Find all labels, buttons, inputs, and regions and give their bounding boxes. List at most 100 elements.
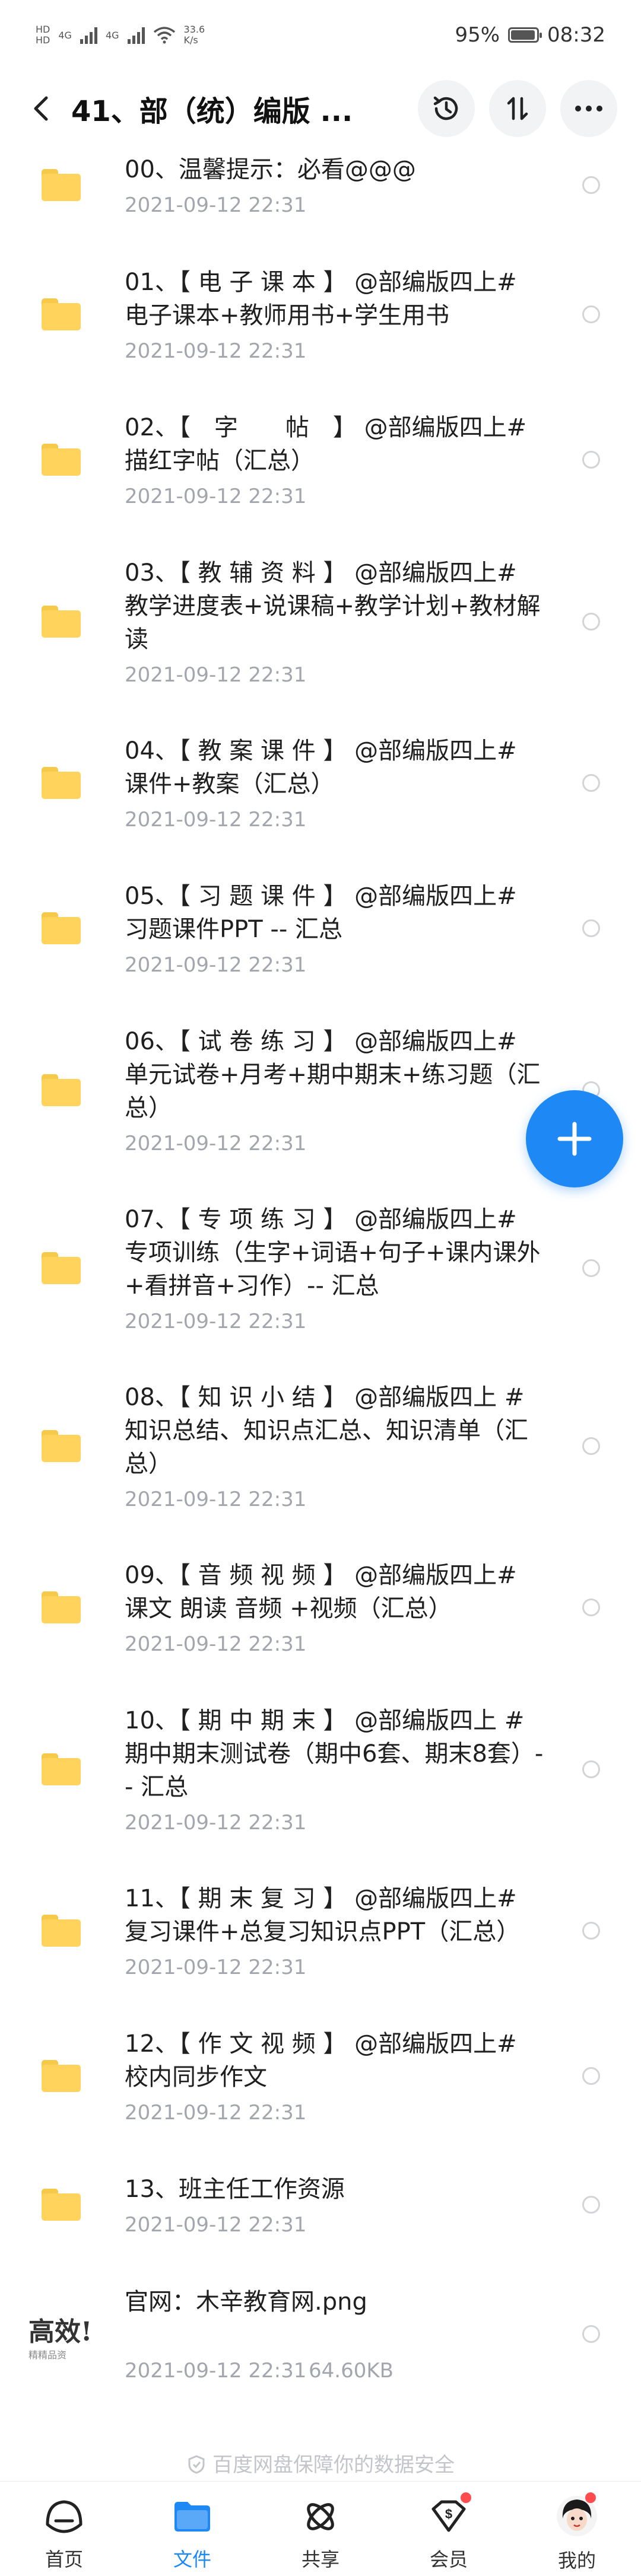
folder-icon	[174, 2502, 210, 2532]
folder-row[interactable]: 04、【 教 案 课 件 】 @部编版四上# 课件+教案（汇总） 2021-09-…	[0, 728, 641, 874]
folder-icon	[42, 169, 81, 201]
select-checkbox[interactable]	[582, 774, 600, 792]
folder-icon	[42, 1252, 81, 1284]
image-thumbnail: 高效! 精精品资	[28, 2300, 97, 2368]
security-notice: 百度网盘保障你的数据安全	[0, 2448, 641, 2478]
folder-row[interactable]: 08、【 知 识 小 结 】 @部编版四上 # 知识总结、知识点汇总、知识清单（…	[0, 1375, 641, 1553]
sort-button[interactable]	[489, 80, 546, 137]
select-checkbox[interactable]	[582, 1760, 600, 1778]
item-title: 04、【 教 案 课 件 】 @部编版四上# 课件+教案（汇总）	[125, 737, 517, 798]
signal-type-1: 4G	[58, 29, 72, 41]
wifi-icon	[153, 27, 175, 44]
thumbnail-text: 高效!	[28, 2317, 93, 2347]
shield-icon	[188, 2455, 205, 2474]
select-checkbox[interactable]	[582, 451, 600, 469]
folder-icon	[42, 444, 81, 476]
sort-icon	[507, 97, 528, 120]
file-row[interactable]: 官网：木辛教育网.png 2021-09-12 22:31 64.60KB 高效! 精精…	[0, 2279, 641, 2419]
item-title: 05、【 习 题 课 件 】 @部编版四上# 习题课件PPT -- 汇总	[125, 883, 517, 943]
folder-row[interactable]: 01、【 电 子 课 本 】 @部编版四上# 电子课本+教师用书+学生用书 202…	[0, 260, 641, 405]
vip-badge-dot	[461, 2492, 471, 2503]
security-notice-text: 百度网盘保障你的数据安全	[212, 2453, 455, 2477]
folder-row[interactable]: 13、班主任工作资源 2021-09-12 22:31	[0, 2167, 641, 2279]
folder-row[interactable]: 07、【 专 项 练 习 】 @部编版四上# 专项训练（生字+词语+句子+课内课…	[0, 1197, 641, 1375]
item-date: 2021-09-12 22:31	[125, 1488, 307, 1511]
network-label-2: HD	[36, 34, 50, 46]
item-date: 2021-09-12 22:31	[125, 1956, 307, 1979]
add-button[interactable]	[526, 1090, 623, 1187]
select-checkbox[interactable]	[582, 1437, 600, 1455]
select-checkbox[interactable]	[582, 919, 600, 937]
tab-me-label: 我的	[557, 2549, 596, 2572]
folder-row[interactable]: 05、【 习 题 课 件 】 @部编版四上# 习题课件PPT -- 汇总 2021…	[0, 874, 641, 1019]
select-checkbox[interactable]	[582, 1259, 600, 1277]
network-speed-value: 33.6	[183, 24, 205, 35]
item-title: 官网：木辛教育网.png	[125, 2288, 367, 2316]
tab-home[interactable]: 首页	[0, 2482, 128, 2576]
item-date: 2021-09-12 22:31	[125, 1310, 307, 1333]
folder-row[interactable]: 12、【 作 文 视 频 】 @部编版四上# 校内同步作文 2021-09-12 …	[0, 2021, 641, 2167]
signal-icon-1	[80, 26, 97, 44]
folder-icon	[42, 2189, 81, 2221]
folder-icon	[42, 1591, 81, 1623]
select-checkbox[interactable]	[582, 2067, 600, 2085]
app-screen: HD HD 4G 4G 33.6 K/s 95% 08:32 41、部（统）编版…	[0, 0, 641, 2576]
item-date: 2021-09-12 22:31	[125, 1811, 307, 1835]
item-date: 2021-09-12 22:31	[125, 2101, 307, 2125]
tab-vip[interactable]: $ 会员	[385, 2482, 513, 2576]
more-icon	[575, 106, 602, 112]
history-button[interactable]	[418, 80, 475, 137]
battery-icon	[508, 27, 542, 43]
item-title: 13、班主任工作资源	[125, 2176, 345, 2203]
tab-files[interactable]: 文件	[128, 2482, 256, 2576]
item-title: 00、温馨提示：必看@@@	[125, 156, 416, 183]
select-checkbox[interactable]	[582, 176, 600, 194]
vip-icon: $	[431, 2500, 466, 2532]
back-button[interactable]	[24, 91, 59, 126]
item-title: 02、【 字 帖 】 @部编版四上# 描红字帖（汇总）	[125, 414, 527, 475]
battery-percent: 95%	[455, 23, 500, 47]
item-date: 2021-09-12 22:31	[125, 2359, 307, 2383]
select-checkbox[interactable]	[582, 2196, 600, 2214]
item-title: 07、【 专 项 练 习 】 @部编版四上# 专项训练（生字+词语+句子+课内课…	[125, 1206, 541, 1300]
select-checkbox[interactable]	[582, 613, 600, 631]
folder-row[interactable]: 03、【 教 辅 资 料 】 @部编版四上# 教学进度表+说课稿+教学计划+教材…	[0, 550, 641, 728]
item-date: 2021-09-12 22:31	[125, 339, 307, 363]
select-checkbox[interactable]	[582, 1599, 600, 1616]
tab-share[interactable]: 共享	[256, 2482, 385, 2576]
folder-icon	[42, 2060, 81, 2092]
folder-row[interactable]: 00、温馨提示：必看@@@ 2021-09-12 22:31	[0, 147, 641, 260]
item-date: 2021-09-12 22:31	[125, 663, 307, 687]
folder-row[interactable]: 02、【 字 帖 】 @部编版四上# 描红字帖（汇总） 2021-09-12 22…	[0, 405, 641, 550]
header: 41、部（统）编版 ...	[0, 70, 641, 147]
svg-text:$: $	[445, 2507, 452, 2521]
signal-type-2: 4G	[105, 29, 119, 41]
status-left: HD HD 4G 4G 33.6 K/s	[36, 24, 205, 46]
select-checkbox[interactable]	[582, 2325, 600, 2343]
folder-row[interactable]: 10、【 期 中 期 末 】 @部编版四上 # 期中期末测试卷（期中6套、期末8…	[0, 1698, 641, 1876]
folder-row[interactable]: 11、【 期 末 复 习 】 @部编版四上# 复习课件+总复习知识点PPT（汇总…	[0, 1876, 641, 2021]
signal-icon-2	[127, 26, 145, 44]
folder-icon	[42, 1915, 81, 1947]
tab-home-label: 首页	[45, 2548, 83, 2571]
more-button[interactable]	[560, 80, 617, 137]
item-title: 03、【 教 辅 资 料 】 @部编版四上# 教学进度表+说课稿+教学计划+教材…	[125, 559, 541, 653]
network-speed-unit: K/s	[183, 34, 198, 46]
item-date: 2021-09-12 22:31	[125, 808, 307, 832]
select-checkbox[interactable]	[582, 1922, 600, 1940]
item-date: 2021-09-12 22:31	[125, 953, 307, 977]
item-title: 08、【 知 识 小 结 】 @部编版四上 # 知识总结、知识点汇总、知识清单（…	[125, 1384, 528, 1478]
thumbnail-subtext: 精精品资	[28, 2349, 67, 2361]
folder-icon	[42, 1430, 81, 1462]
status-bar: HD HD 4G 4G 33.6 K/s 95% 08:32	[0, 0, 641, 70]
tab-me[interactable]: 我的	[513, 2482, 641, 2576]
item-title: 09、【 音 频 视 频 】 @部编版四上# 课文 朗读 音频 +视频（汇总）	[125, 1562, 517, 1622]
item-size: 64.60KB	[309, 2359, 394, 2383]
page-title: 41、部（统）编版 ...	[71, 95, 353, 128]
tab-vip-label: 会员	[429, 2548, 468, 2571]
folder-icon	[42, 1074, 81, 1106]
item-date: 2021-09-12 22:31	[125, 485, 307, 508]
folder-row[interactable]: 09、【 音 频 视 频 】 @部编版四上# 课文 朗读 音频 +视频（汇总） 2…	[0, 1553, 641, 1698]
select-checkbox[interactable]	[582, 305, 600, 323]
item-date: 2021-09-12 22:31	[125, 2213, 307, 2237]
